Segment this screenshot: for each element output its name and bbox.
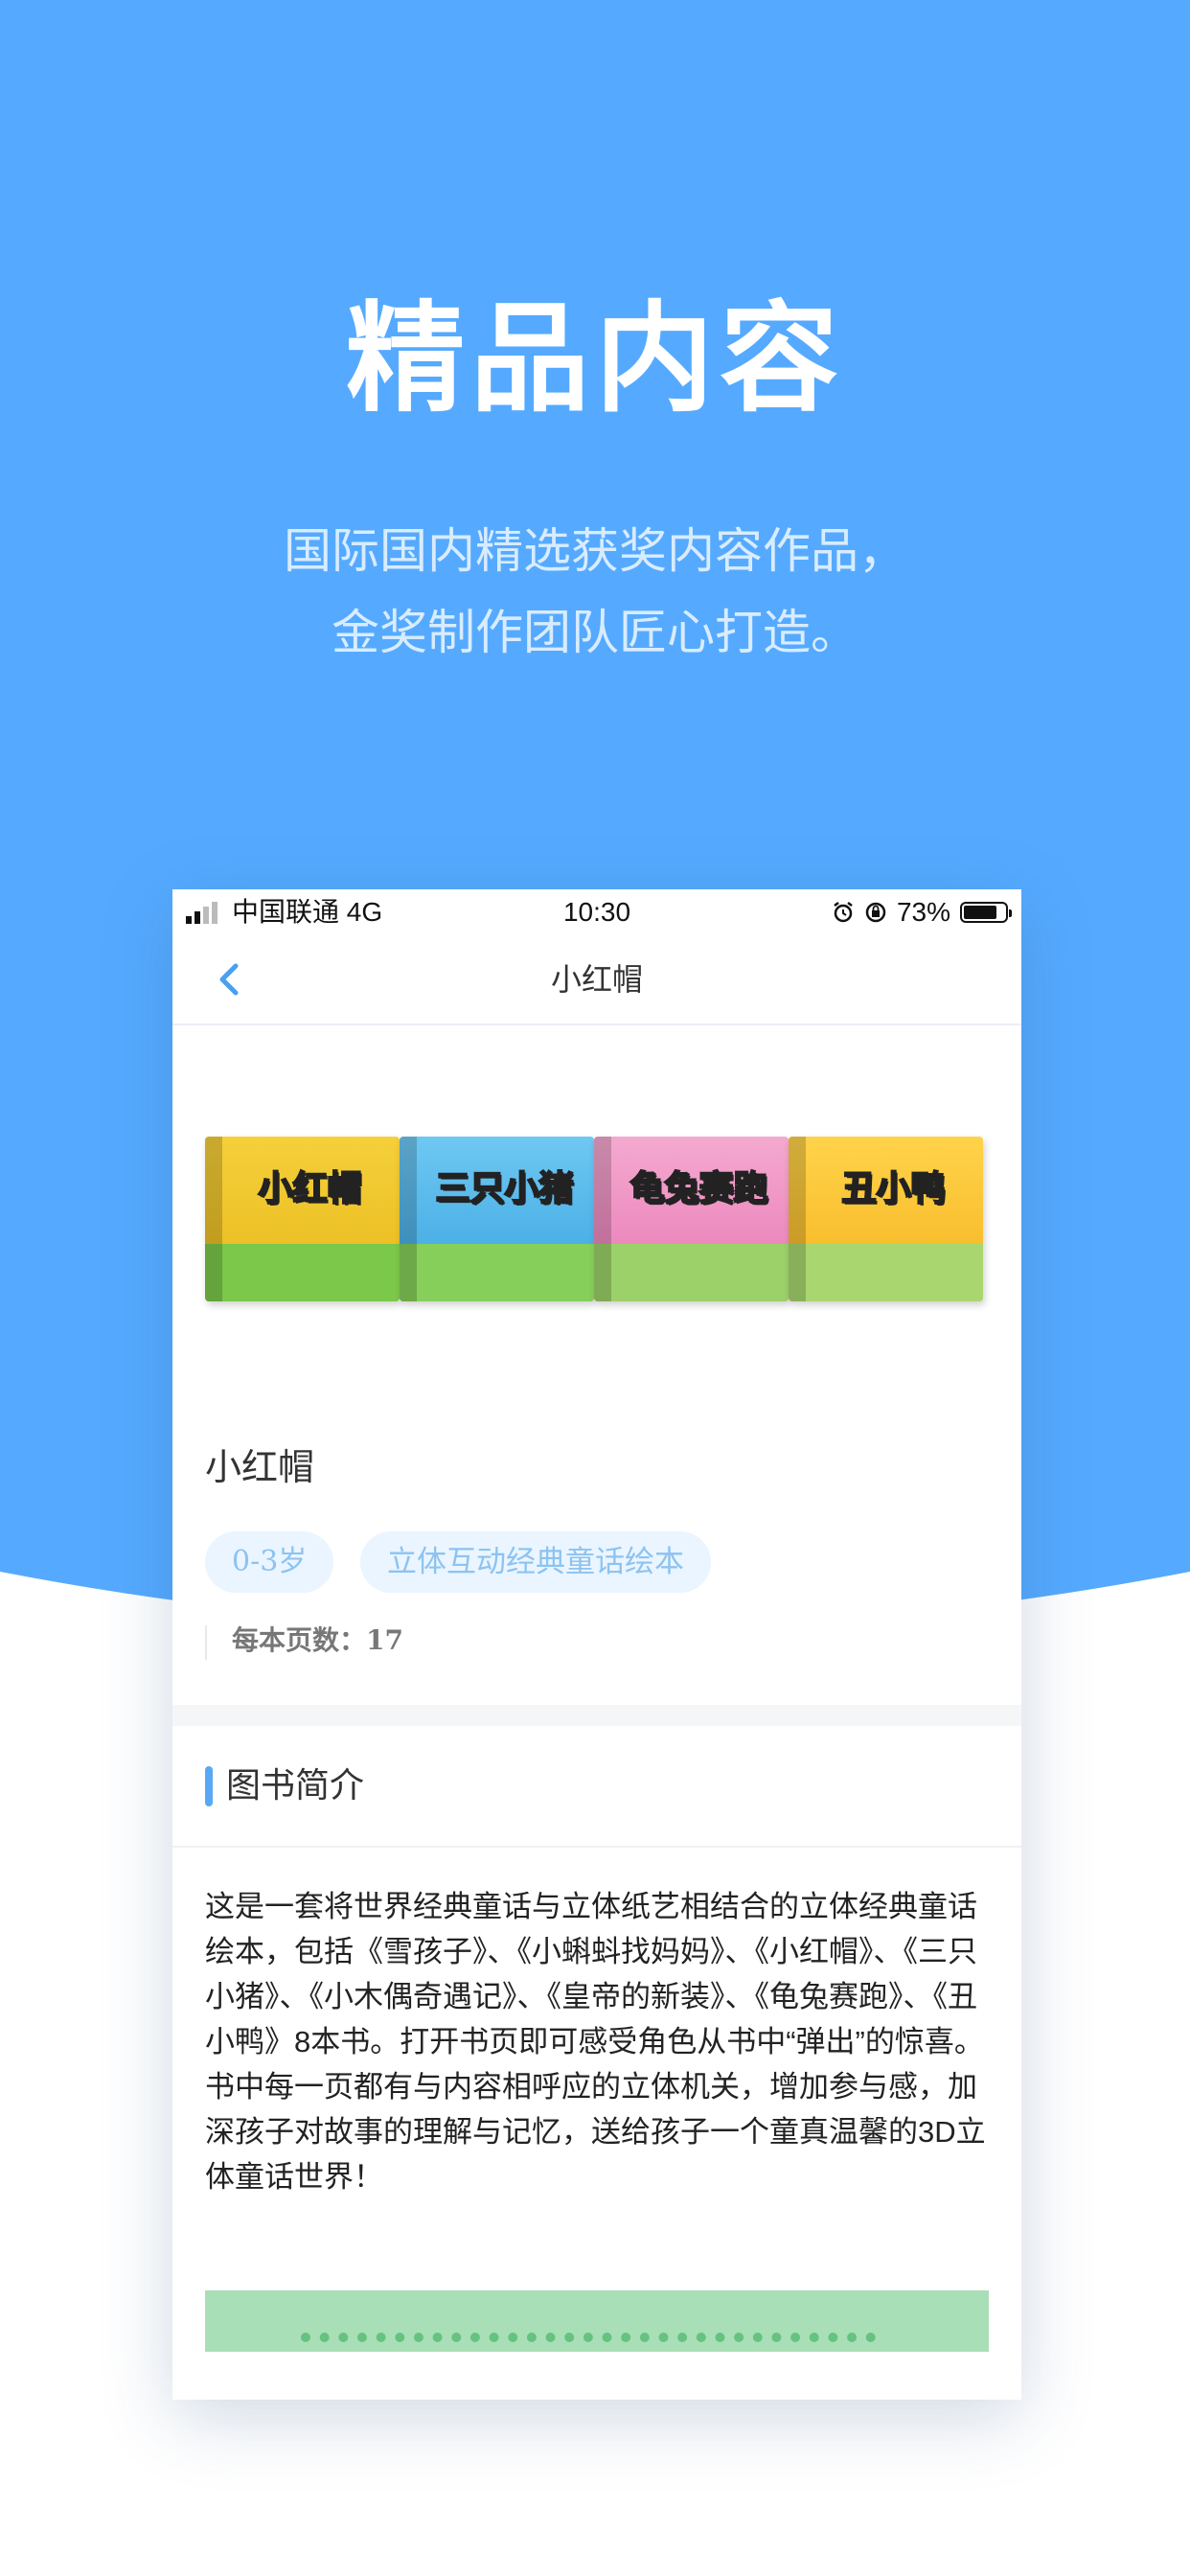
book-cover-title: 丑小鸭: [840, 1168, 946, 1209]
book-description: 这是一套将世界经典童话与立体纸艺相结合的立体经典童话绘本，包括《雪孩子》、《小蝌…: [205, 1890, 986, 2194]
book-cover-title: 龟兔赛跑: [629, 1168, 768, 1209]
section-title: 图书简介: [226, 1766, 365, 1806]
pages-divider: [205, 1625, 207, 1660]
phone-screenshot: 中国联通 4G 10:30 73% 小红帽 小红帽 三只小猪 龟兔赛跑 丑小鸭 …: [172, 889, 1021, 2400]
cover-spine: [789, 1137, 806, 1301]
book-cover-title: 三只小猪: [434, 1168, 574, 1209]
battery-icon: [960, 902, 1012, 923]
book-covers: 小红帽 三只小猪 龟兔赛跑 丑小鸭: [205, 1137, 991, 1309]
alarm-icon: [834, 902, 853, 923]
cover-ground: [594, 1244, 789, 1301]
book-name: 小红帽: [205, 1446, 315, 1488]
cover-spine: [205, 1137, 222, 1301]
status-right-group: 73%: [832, 895, 1012, 930]
battery-level-fill: [964, 906, 996, 919]
book-cover[interactable]: 小红帽: [205, 1137, 400, 1301]
status-bar: 中国联通 4G 10:30 73%: [172, 889, 1021, 935]
cover-ground: [400, 1244, 594, 1301]
cover-spine: [594, 1137, 611, 1301]
preview-banner-artwork: [301, 2333, 876, 2352]
hero-subtitle-line1: 国际国内精选获奖内容作品，: [284, 523, 906, 579]
battery-tip: [1009, 909, 1012, 917]
section-divider: [172, 1705, 1021, 1726]
category-tag: 立体互动经典童话绘本: [360, 1531, 711, 1593]
rotation-lock-icon: [865, 902, 886, 923]
book-cover[interactable]: 三只小猪: [400, 1137, 594, 1301]
battery-percent: 73%: [896, 897, 950, 927]
navigation-bar: 小红帽: [172, 935, 1021, 1025]
book-cover-title: 小红帽: [257, 1168, 362, 1209]
page-title: 小红帽: [550, 961, 643, 998]
cover-spine: [400, 1137, 417, 1301]
book-cover[interactable]: 丑小鸭: [789, 1137, 983, 1301]
cover-ground: [205, 1244, 400, 1301]
hero-title: 精品内容: [345, 290, 844, 428]
section-underline: [172, 1846, 1021, 1848]
preview-banner-image: [205, 2290, 989, 2352]
age-tag: 0-3岁: [205, 1531, 334, 1593]
book-cover[interactable]: 龟兔赛跑: [594, 1137, 789, 1301]
cover-ground: [789, 1244, 983, 1301]
page-count: 每本页数：17: [232, 1624, 403, 1656]
hero-subtitle-line2: 金奖制作团队匠心打造。: [332, 605, 858, 660]
section-accent-bar: [205, 1766, 213, 1806]
